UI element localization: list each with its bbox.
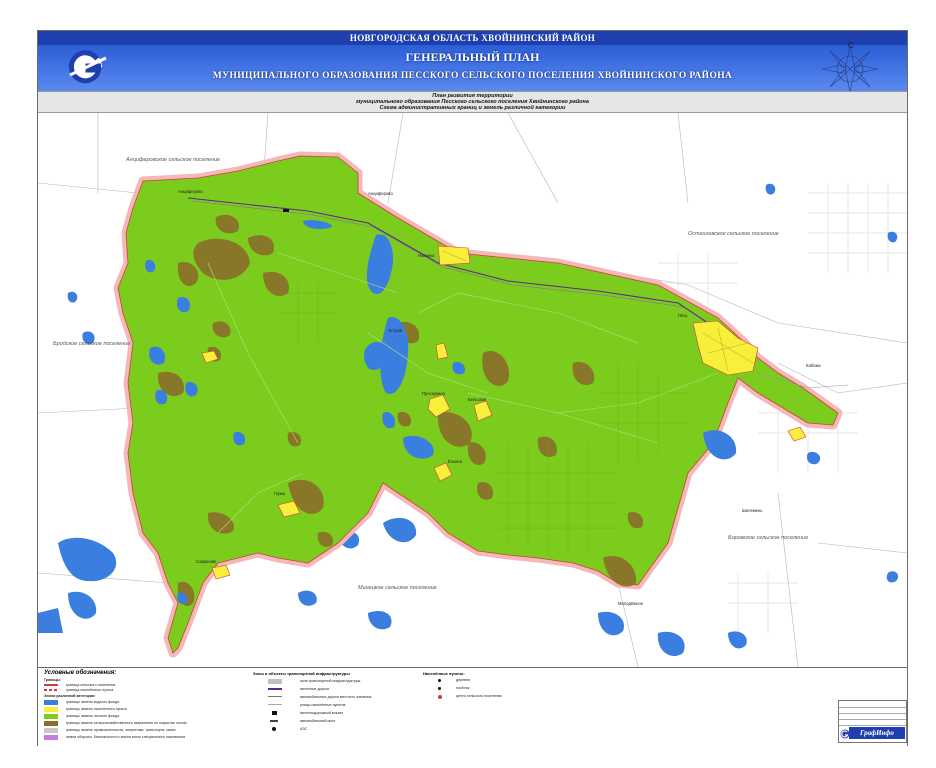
region-header: НОВГОРОДСКАЯ ОБЛАСТЬ ХВОЙНИНСКИЙ РАЙОН <box>38 31 907 45</box>
legend-fuel-icon <box>272 727 276 731</box>
legend-swatch-special <box>44 735 58 740</box>
legend-swatch-railway <box>268 688 282 690</box>
legend-swatch-transport-zone <box>268 679 282 684</box>
place-label: Горка <box>274 491 285 496</box>
legend-item: границы земель промышленности, энергетик… <box>66 728 176 732</box>
legend-col2-title: Зоны и объекты транспортной инфраструкту… <box>253 671 350 676</box>
legend: Условные обозначения: Границы: граница с… <box>38 667 907 746</box>
legend-swatch-road <box>268 696 282 697</box>
compass-rose-icon <box>821 45 879 93</box>
scheme-line-3: Схема административных границ и земель р… <box>379 105 566 111</box>
compass-north-letter: С <box>848 41 854 50</box>
map-sheet: НОВГОРОДСКАЯ ОБЛАСТЬ ХВОЙНИНСКИЙ РАЙОН Г… <box>37 30 908 746</box>
place-label: Остров <box>388 328 403 333</box>
legend-item: границы земель лесного фонда <box>66 714 120 718</box>
legend-item: АЗС <box>300 727 308 731</box>
place-label: Бельская <box>468 397 487 402</box>
neighbor-label-antsiferovskoe: Анциферовское сельское поселение <box>126 157 221 163</box>
legend-item: деревня <box>456 678 470 682</box>
legend-swatch-industry <box>44 728 58 733</box>
place-label: Ёлкино <box>448 459 463 464</box>
place-label: Песь <box>678 313 688 318</box>
place-label: Шелемень <box>742 508 763 513</box>
legend-swatch-street <box>268 704 282 705</box>
plan-title: ГЕНЕРАЛЬНЫЙ ПЛАН <box>405 50 540 64</box>
place-label: Анциферово <box>178 189 203 194</box>
legend-item: граница сельского поселения <box>66 683 116 687</box>
legend-item: граница населённого пункта <box>66 688 114 692</box>
legend-group-label: Земли различной категории: <box>44 694 96 698</box>
place-label: Анциферово <box>368 191 393 196</box>
place-label: Новинка <box>418 253 435 258</box>
scheme-caption: План развития территории муниципального … <box>38 91 907 113</box>
legend-swatch-water <box>44 700 58 705</box>
neighbor-label-ostakhnovskoe: Остахновское сельское поселение <box>688 231 779 237</box>
map-canvas <box>38 113 907 667</box>
neighbor-label-minetskoe: Минецкое сельское поселение <box>358 585 437 591</box>
legend-item: границы земель водного фонда <box>66 700 119 704</box>
legend-settlement-icon <box>438 687 441 690</box>
legend-center-icon <box>438 695 442 699</box>
neighbor-label-brodskoe: Бродское сельское поселение <box>53 341 131 347</box>
place-label: Проскурино <box>422 391 445 396</box>
legend-village-icon <box>438 679 441 682</box>
legend-item: посёлок <box>456 686 470 690</box>
legend-item: железные дороги <box>300 687 329 691</box>
legend-swatch-agri <box>44 721 58 726</box>
legend-item: автомобильный мост <box>300 719 336 723</box>
legend-swatch-boundary <box>44 684 58 686</box>
legend-group-label: Границы: <box>44 678 61 682</box>
legend-item: автомобильные дороги местного значения <box>300 695 372 699</box>
map-area: Анциферовское сельское поселение Остахно… <box>38 113 907 667</box>
plan-subtitle: МУНИЦИПАЛЬНОГО ОБРАЗОВАНИЯ ПЕССКОГО СЕЛЬ… <box>212 71 733 81</box>
legend-col3-title: Населённые пункты: <box>423 671 465 676</box>
legend-station-icon <box>272 711 277 715</box>
legend-title: Условные обозначения: <box>44 670 117 676</box>
legend-item: центр сельского поселения <box>456 694 502 698</box>
legend-swatch-forest <box>44 714 58 719</box>
legend-item: улицы населённых пунктов <box>300 703 346 707</box>
legend-item: железнодорожный вокзал <box>300 711 344 715</box>
legend-item: земли обороны, безопасности и земли иног… <box>66 735 186 739</box>
legend-swatch-settlement-boundary <box>44 689 58 691</box>
legend-item: границы земель сельскохозяйственного наз… <box>66 721 187 725</box>
place-label: Сафоново <box>196 559 217 564</box>
brand-name: ГрафИнфо <box>849 727 905 739</box>
place-label: Молодёжное <box>618 601 644 606</box>
legend-item: зона транспортной инфраструктуры <box>300 679 361 683</box>
railway-station-icon <box>283 209 289 212</box>
neighbor-label-borovskoe: Боровское сельское поселение <box>728 535 809 541</box>
place-label: Кабожа <box>806 363 821 368</box>
legend-swatch-settlement <box>44 707 58 712</box>
legend-item: границы земель населенного пункта <box>66 707 127 711</box>
legend-bridge-icon <box>270 720 278 722</box>
title-stamp: ГрафИнфо <box>838 700 907 743</box>
